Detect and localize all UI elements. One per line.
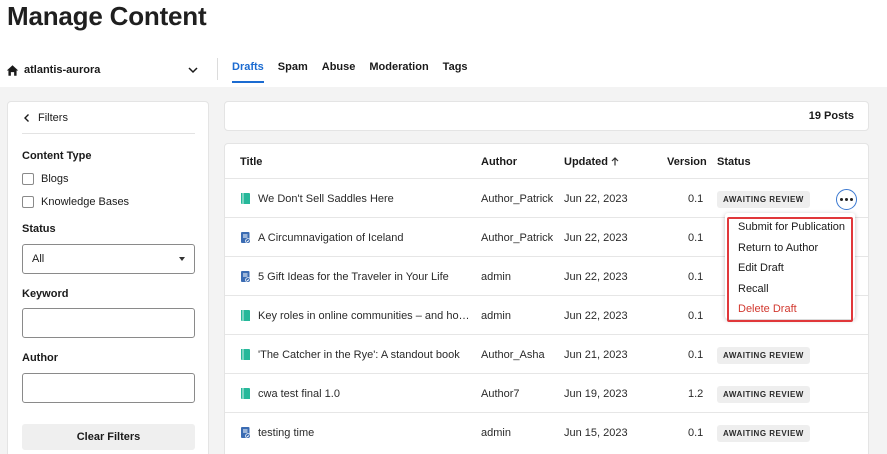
clear-filters-button[interactable]: Clear Filters	[22, 424, 195, 450]
row-version: 0.1	[688, 232, 704, 244]
column-title[interactable]: Title	[240, 156, 262, 168]
row-title[interactable]: testing time	[258, 427, 314, 439]
tab-bar: Drafts Spam Abuse Moderation Tags	[232, 61, 482, 83]
tab-spam[interactable]: Spam	[278, 61, 308, 83]
keyword-label: Keyword	[22, 288, 69, 300]
keyword-input[interactable]	[22, 308, 195, 338]
menu-item-delete-draft[interactable]: Delete Draft	[738, 303, 797, 315]
filters-panel: Filters Content Type Blogs Knowledge Bas…	[7, 101, 209, 454]
page-title: Manage Content	[7, 1, 207, 31]
author-label: Author	[22, 352, 59, 364]
more-actions-button[interactable]	[836, 189, 857, 210]
status-label: Status	[22, 223, 56, 235]
row-version: 0.1	[688, 427, 704, 439]
column-updated[interactable]: Updated	[564, 156, 619, 168]
blog-icon	[240, 387, 251, 400]
table-row[interactable]: 'The Catcher in the Rye': A standout boo…	[225, 334, 868, 373]
caret-down-icon	[179, 257, 185, 261]
tab-moderation[interactable]: Moderation	[369, 61, 428, 83]
knowledge-bases-checkbox-row[interactable]: Knowledge Bases	[22, 196, 129, 208]
row-version: 0.1	[688, 271, 704, 283]
knowledge-bases-checkbox[interactable]	[22, 196, 34, 208]
blogs-checkbox-label: Blogs	[41, 173, 69, 185]
row-updated: Jun 21, 2023	[564, 349, 628, 361]
menu-item-return-to-author[interactable]: Return to Author	[738, 242, 818, 254]
row-updated: Jun 22, 2023	[564, 310, 628, 322]
row-title[interactable]: cwa test final 1.0	[258, 388, 340, 400]
tab-tags[interactable]: Tags	[443, 61, 468, 83]
table-row[interactable]: cwa test final 1.0 Author7 Jun 19, 2023 1.2…	[225, 373, 868, 412]
menu-item-recall[interactable]: Recall	[738, 283, 769, 295]
column-version[interactable]: Version	[667, 156, 707, 168]
status-badge: AWAITING REVIEW	[717, 191, 810, 208]
row-updated: Jun 22, 2023	[564, 271, 628, 283]
posts-count-bar: 19 Posts	[224, 101, 869, 131]
filters-title: Filters	[38, 112, 68, 124]
status-select-value: All	[32, 253, 45, 265]
tab-drafts[interactable]: Drafts	[232, 61, 264, 83]
content-type-label: Content Type	[22, 150, 92, 162]
row-updated: Jun 15, 2023	[564, 427, 628, 439]
blog-icon	[240, 309, 251, 322]
community-name: atlantis-aurora	[24, 64, 101, 76]
row-author: admin	[481, 271, 511, 283]
row-title[interactable]: We Don't Sell Saddles Here	[258, 193, 394, 205]
table-row[interactable]: testing time admin Jun 15, 2023 0.1 AWAITING…	[225, 412, 868, 451]
menu-item-edit-draft[interactable]: Edit Draft	[738, 262, 784, 274]
status-badge: AWAITING REVIEW	[717, 386, 810, 403]
knowledge-base-icon	[240, 270, 251, 283]
author-input[interactable]	[22, 373, 195, 403]
row-updated: Jun 22, 2023	[564, 232, 628, 244]
blog-icon	[240, 192, 251, 205]
table-row[interactable]: We Don't Sell Saddles Here Author_Patrick…	[225, 178, 868, 217]
knowledge-base-icon	[240, 426, 251, 439]
row-version: 0.1	[688, 310, 704, 322]
row-title[interactable]: 'The Catcher in the Rye': A standout boo…	[258, 349, 460, 361]
row-author: Author_Patrick	[481, 232, 554, 244]
knowledge-bases-checkbox-label: Knowledge Bases	[41, 196, 130, 208]
chevron-left-icon	[24, 114, 29, 122]
row-author: admin	[481, 427, 511, 439]
knowledge-base-icon	[240, 231, 251, 244]
more-icon-dot	[850, 198, 853, 201]
status-badge: AWAITING REVIEW	[717, 425, 810, 442]
row-version: 0.1	[688, 193, 704, 205]
row-updated: Jun 19, 2023	[564, 388, 628, 400]
column-author[interactable]: Author	[481, 156, 517, 168]
tab-abuse[interactable]: Abuse	[322, 61, 356, 83]
menu-item-submit-for-publication[interactable]: Submit for Publication	[738, 221, 845, 233]
row-title[interactable]: A Circumnavigation of Iceland	[258, 232, 404, 244]
more-icon	[840, 198, 843, 201]
status-badge: AWAITING REVIEW	[717, 347, 810, 364]
row-title[interactable]: Key roles in online communities – and ho…	[258, 310, 470, 322]
row-author: admin	[481, 310, 511, 322]
column-updated-label: Updated	[564, 156, 608, 168]
blogs-checkbox-row[interactable]: Blogs	[22, 173, 69, 185]
row-author: Author_Asha	[481, 349, 545, 361]
filters-header[interactable]: Filters	[22, 112, 195, 134]
community-selector[interactable]: atlantis-aurora	[6, 62, 202, 78]
row-title[interactable]: 5 Gift Ideas for the Traveler in Your Li…	[258, 271, 449, 283]
divider	[217, 58, 218, 80]
more-icon-dot	[845, 198, 848, 201]
posts-count: 19 Posts	[808, 110, 854, 122]
sort-ascending-icon	[611, 157, 619, 166]
blogs-checkbox[interactable]	[22, 173, 34, 185]
row-author: Author7	[481, 388, 520, 400]
row-updated: Jun 22, 2023	[564, 193, 628, 205]
row-version: 0.1	[688, 349, 704, 361]
blog-icon	[240, 348, 251, 361]
home-icon	[6, 64, 19, 76]
status-select[interactable]: All	[22, 244, 195, 274]
chevron-down-icon	[188, 67, 198, 74]
column-status[interactable]: Status	[717, 156, 751, 168]
page-header: Manage Content atlantis-aurora Drafts Sp…	[0, 0, 887, 87]
row-version: 1.2	[688, 388, 704, 400]
row-author: Author_Patrick	[481, 193, 554, 205]
